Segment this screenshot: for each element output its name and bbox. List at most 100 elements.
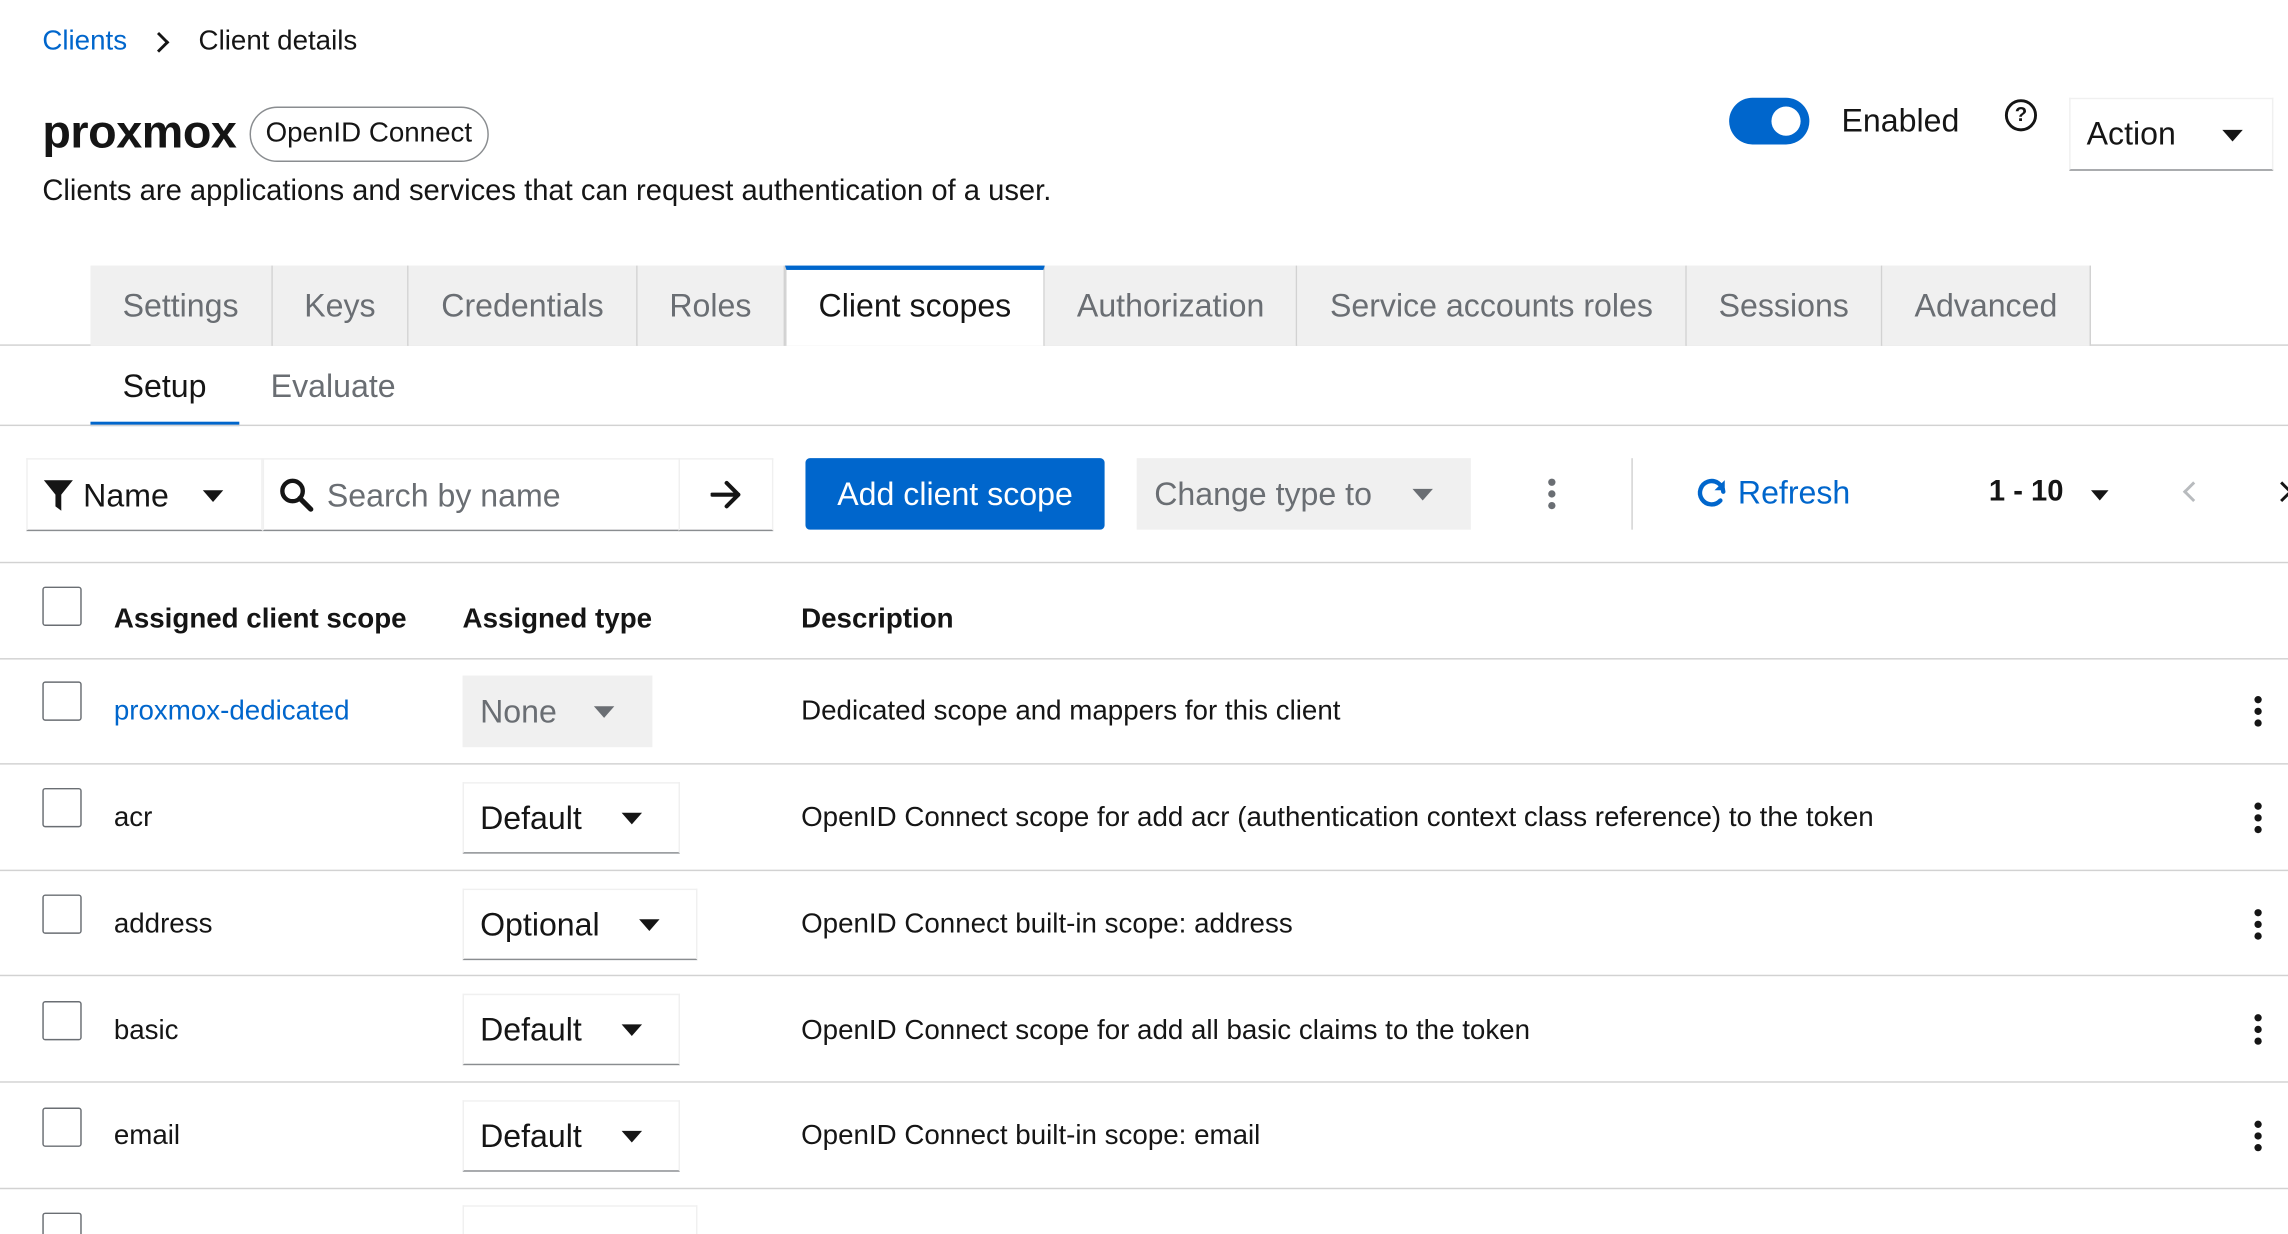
subtab-evaluate[interactable]: Evaluate	[239, 346, 428, 426]
row-kebab-icon[interactable]	[2246, 690, 2269, 731]
client-scope-description: OpenID Connect scope for add acr (authen…	[801, 802, 1874, 834]
caret-down-icon	[593, 706, 615, 718]
caret-down-icon	[621, 812, 643, 825]
tab-advanced[interactable]: Advanced	[1882, 265, 2091, 346]
tab-credentials[interactable]: Credentials	[409, 265, 638, 346]
client-scope-description: Dedicated scope and mappers for this cli…	[801, 696, 1341, 727]
arrow-right-icon	[710, 480, 741, 509]
client-scope-description: OpenID Connect built-in scope: address	[801, 909, 1293, 940]
search-icon	[280, 478, 314, 512]
subtab-setup[interactable]: Setup	[90, 346, 239, 427]
protocol-badge: OpenID Connect	[249, 106, 489, 162]
row-divider	[0, 1081, 2288, 1083]
row-divider	[0, 1187, 2288, 1190]
client-scope-description: OpenID Connect built-in scope: email	[801, 1120, 1261, 1152]
breadcrumb: Clients Client details	[42, 26, 357, 58]
tab-roles[interactable]: Roles	[637, 265, 785, 346]
row-kebab-icon[interactable]	[2246, 797, 2269, 838]
assigned-type-dropdown[interactable]: Default	[462, 782, 680, 854]
refresh-button[interactable]: Refresh	[1694, 474, 1850, 512]
search-box	[262, 458, 680, 532]
row-checkbox[interactable]	[42, 894, 82, 934]
enabled-toggle[interactable]	[1729, 97, 1810, 145]
search-input[interactable]	[326, 471, 670, 521]
caret-down-icon	[621, 1130, 643, 1143]
assigned-type-dropdown[interactable]: Default	[462, 993, 680, 1066]
breadcrumb-clients-link[interactable]: Clients	[42, 26, 127, 58]
row-checkbox[interactable]	[42, 681, 82, 721]
subtabs-divider	[0, 424, 2288, 427]
assigned-type-dropdown[interactable]: Optional	[462, 888, 698, 961]
assigned-type-value: Default	[480, 1011, 582, 1048]
row-divider	[0, 974, 2288, 977]
filter-type-dropdown[interactable]: Name	[26, 458, 263, 532]
client-scope-link[interactable]: proxmox-dedicated	[114, 696, 350, 728]
row-kebab-icon[interactable]	[2246, 1115, 2269, 1156]
row-checkbox[interactable]	[42, 1000, 82, 1041]
caret-down-icon	[639, 919, 660, 931]
toolbar-divider	[0, 561, 2288, 564]
tab-sessions[interactable]: Sessions	[1686, 265, 1883, 346]
select-all-checkbox[interactable]	[42, 586, 82, 626]
previous-page-icon[interactable]	[2182, 481, 2204, 503]
assigned-type-value: None	[480, 693, 557, 730]
pagination-dropdown[interactable]: 1 - 10	[1988, 475, 2109, 510]
help-icon[interactable]: ?	[2004, 99, 2038, 132]
column-header-name[interactable]: Assigned client scope	[114, 604, 407, 636]
filter-icon	[43, 480, 73, 511]
assigned-type-dropdown[interactable]: None	[462, 675, 653, 748]
client-tabs: Settings Keys Credentials Roles Client s…	[90, 265, 2091, 346]
next-page-icon[interactable]	[2271, 481, 2288, 503]
caret-down-icon	[2091, 490, 2109, 501]
client-scope-name: acr	[113, 802, 153, 834]
breadcrumb-current: Client details	[198, 26, 358, 57]
client-scope-name: address	[113, 909, 213, 940]
change-type-label: Change type to	[1154, 475, 1372, 513]
row-checkbox[interactable]	[42, 1107, 82, 1147]
row-checkbox[interactable]	[42, 787, 82, 828]
client-scope-name: basic	[113, 1015, 179, 1047]
assigned-type-dropdown[interactable]	[462, 1205, 698, 1234]
caret-down-icon	[621, 1024, 643, 1037]
caret-down-icon	[202, 490, 224, 502]
client-scope-description: OpenID Connect scope for add all basic c…	[801, 1015, 1531, 1047]
action-dropdown[interactable]: Action	[2069, 97, 2274, 171]
table-header-divider	[0, 658, 2288, 660]
toolbar-kebab-icon[interactable]	[1539, 473, 1562, 514]
search-submit-button[interactable]	[678, 458, 774, 532]
row-checkbox[interactable]	[42, 1212, 82, 1234]
change-type-dropdown[interactable]: Change type to	[1136, 458, 1471, 530]
assigned-type-value: Default	[480, 1117, 582, 1155]
tab-client-scopes[interactable]: Client scopes	[784, 265, 1045, 346]
caret-down-icon	[2222, 129, 2243, 142]
add-client-scope-button[interactable]: Add client scope	[805, 458, 1105, 530]
client-scope-subtabs: Setup Evaluate	[90, 346, 428, 427]
page-subtitle: Clients are applications and services th…	[42, 175, 1052, 208]
assigned-type-value: Default	[480, 799, 582, 837]
refresh-label: Refresh	[1737, 474, 1851, 511]
tab-settings[interactable]: Settings	[90, 265, 273, 346]
chevron-right-icon	[148, 31, 170, 53]
filter-type-label: Name	[83, 477, 169, 514]
tab-service-accounts-roles[interactable]: Service accounts roles	[1297, 265, 1687, 346]
caret-down-icon	[1412, 488, 1433, 501]
enabled-toggle-label: Enabled	[1841, 102, 1960, 139]
page-title: proxmox	[42, 105, 237, 158]
column-header-description: Description	[801, 604, 954, 635]
column-header-type[interactable]: Assigned type	[463, 604, 653, 636]
row-divider	[0, 763, 2288, 765]
assigned-type-dropdown[interactable]: Default	[462, 1100, 680, 1172]
client-scope-name: email	[113, 1120, 181, 1152]
toolbar-separator	[1631, 458, 1633, 530]
refresh-icon	[1697, 478, 1726, 507]
assigned-type-value: Optional	[480, 906, 600, 943]
toggle-knob	[1771, 106, 1801, 136]
row-kebab-icon[interactable]	[2246, 903, 2269, 944]
row-divider	[0, 869, 2288, 872]
pagination-label: 1 - 10	[1988, 475, 2064, 508]
tab-keys[interactable]: Keys	[272, 265, 410, 346]
action-dropdown-label: Action	[2086, 115, 2176, 152]
row-kebab-icon[interactable]	[2246, 1008, 2269, 1049]
client-details-page: Clients Client details proxmox OpenID Co…	[0, 0, 2288, 1234]
tab-authorization[interactable]: Authorization	[1044, 265, 1298, 346]
